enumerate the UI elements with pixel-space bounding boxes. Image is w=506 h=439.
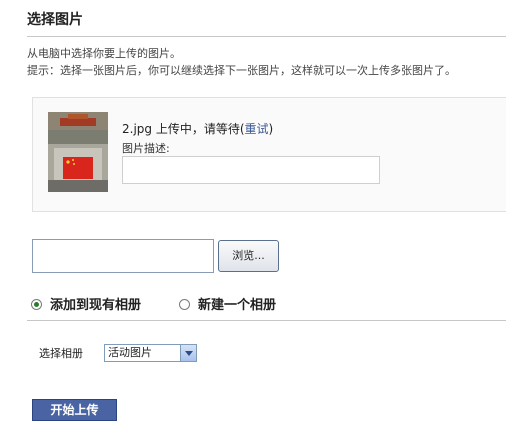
upload-status: 2.jpg 上传中，请等待(重试) [122, 120, 273, 137]
tip-text: 提示：选择一张图片后，你可以继续选择下一张图片，这样就可以一次上传多张图片了。 [27, 64, 456, 77]
radio-create-new-label: 新建一个相册 [198, 298, 277, 313]
album-select-label: 选择相册 [39, 347, 83, 360]
album-select[interactable]: 活动图片 [104, 344, 197, 362]
radio-create-new[interactable]: 新建一个相册 [179, 294, 276, 313]
intro-text: 从电脑中选择你要上传的图片。 [27, 47, 181, 60]
radio-add-existing-label: 添加到现有相册 [50, 298, 142, 313]
divider [27, 36, 506, 37]
album-select-value: 活动图片 [108, 346, 152, 359]
image-description-label: 图片描述: [122, 142, 170, 155]
upload-status-text: 2.jpg 上传中，请等待( [122, 122, 245, 136]
image-thumbnail-graphic [48, 112, 108, 192]
upload-status-close: ) [268, 122, 274, 136]
radio-selected-icon[interactable] [31, 299, 42, 310]
browse-button[interactable]: 浏览... [218, 240, 279, 272]
chevron-down-icon[interactable] [180, 345, 196, 361]
retry-link[interactable]: 重试 [245, 122, 269, 136]
image-description-input[interactable] [122, 156, 380, 184]
file-path-input[interactable] [32, 239, 214, 273]
start-upload-button[interactable]: 开始上传 [32, 399, 117, 421]
radio-unselected-icon[interactable] [179, 299, 190, 310]
page-title: 选择图片 [27, 12, 83, 28]
divider [27, 320, 506, 321]
radio-add-existing[interactable]: 添加到现有相册 [31, 294, 141, 313]
image-thumbnail [48, 112, 108, 192]
upload-item: 2.jpg 上传中，请等待(重试) 图片描述: [32, 97, 506, 212]
